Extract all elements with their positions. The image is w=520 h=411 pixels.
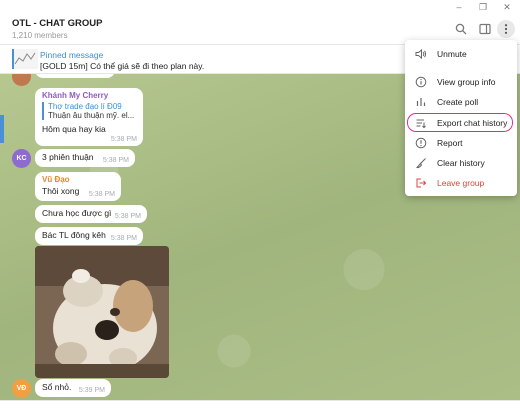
message-bubble[interactable]: 3 phiên thuận 5:38 PM [35, 149, 135, 167]
avatar[interactable]: KC [12, 149, 31, 168]
minimize-button[interactable]: – [448, 0, 470, 14]
message-time: 5:38 PM [102, 157, 129, 164]
pinned-thumbnail [12, 49, 38, 69]
close-window-button[interactable]: ✕ [496, 0, 518, 14]
message-text: Hôm qua hay kia [42, 124, 106, 134]
minimize-icon: – [456, 2, 462, 12]
pinned-text: [GOLD 15m] Có thể giá sẽ đi theo plan nà… [40, 61, 205, 71]
reply-title: Thợ trade đạo lí Đ09 [48, 102, 122, 111]
report-icon [414, 136, 428, 150]
dog-photo[interactable] [35, 246, 169, 378]
leave-icon [414, 176, 428, 190]
message-bubble[interactable]: Chưa học được gì 5:38 PM [35, 205, 147, 223]
menu-item-label: Unmute [437, 49, 467, 59]
more-vertical-icon[interactable] [497, 20, 515, 38]
avatar[interactable]: VĐ [12, 379, 31, 398]
sidebar-toggle-icon[interactable] [476, 20, 494, 38]
menu-item-leave-group[interactable]: Leave group [405, 173, 517, 193]
menu-item-report[interactable]: Report [405, 133, 517, 153]
maximize-button[interactable]: ❐ [472, 0, 494, 14]
speaker-icon [414, 47, 428, 61]
message-time: 5:38 PM [110, 235, 137, 242]
poll-icon [414, 95, 428, 109]
menu-item-create-poll[interactable]: Create poll [405, 92, 517, 112]
message-bubble[interactable]: Vũ Đạo Thôi xong 5:38 PM [35, 172, 121, 201]
message-time: 5:38 PM [114, 213, 141, 220]
menu-item-label: Clear history [437, 158, 485, 168]
message-bubble[interactable]: Sổ nhỏ. 5:39 PM [35, 379, 111, 397]
menu-item-label: Leave group [437, 178, 485, 188]
menu-item-label: View group info [437, 77, 496, 87]
member-count: 1,210 members [12, 31, 68, 40]
message-bubble[interactable]: Khánh My Cherry Thợ trade đạo lí Đ09 Thu… [35, 88, 143, 146]
annotation-highlight [407, 113, 513, 132]
info-icon [414, 75, 428, 89]
message-time: 5:38 PM [110, 136, 137, 143]
menu-item-view-group-info[interactable]: View group info [405, 72, 517, 92]
message-bubble [35, 74, 115, 78]
scroll-indicator [0, 115, 4, 143]
reply-quote[interactable]: Thợ trade đạo lí Đ09 Thuận âu thuận mỹ. … [42, 102, 136, 120]
close-icon: ✕ [503, 1, 511, 12]
chat-title[interactable]: OTL - CHAT GROUP [12, 18, 102, 29]
reply-text: Thuận âu thuận mỹ. el... [48, 111, 135, 120]
menu-item-label: Report [437, 138, 463, 148]
window-titlebar: – ❐ ✕ [0, 0, 520, 14]
maximize-icon: ❐ [478, 1, 488, 12]
message-time: 5:39 PM [78, 387, 105, 394]
menu-item-unmute[interactable]: Unmute [405, 44, 517, 64]
sender-name[interactable]: Vũ Đạo [42, 175, 114, 184]
broom-icon [414, 156, 428, 170]
menu-item-clear-history[interactable]: Clear history [405, 153, 517, 173]
search-icon[interactable] [452, 20, 470, 38]
pinned-label: Pinned message [40, 50, 104, 60]
menu-item-label: Create poll [437, 97, 479, 107]
sender-name[interactable]: Khánh My Cherry [42, 91, 136, 100]
message-bubble[interactable]: Bác TL đông kêh 5:38 PM [35, 227, 143, 245]
message-input-bar[interactable] [0, 400, 520, 411]
message-time: 5:38 PM [88, 191, 115, 198]
